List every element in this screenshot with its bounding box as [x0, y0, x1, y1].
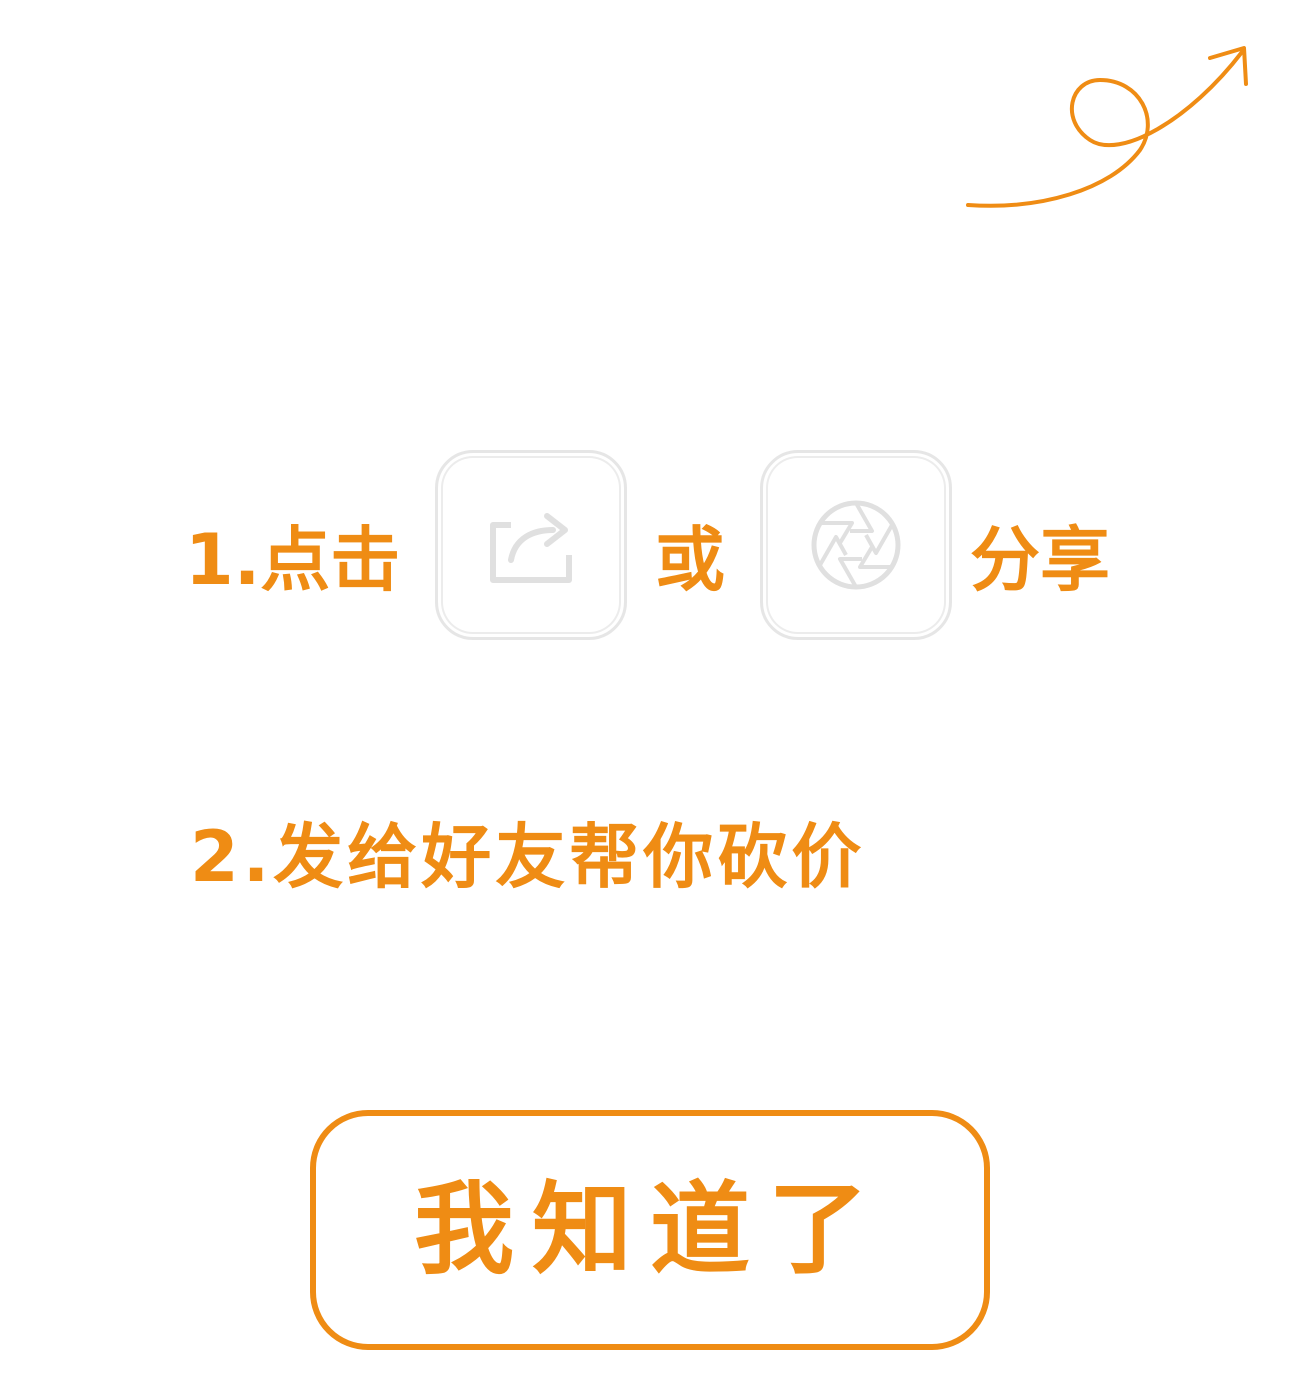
step2-text: 2.发给好友帮你砍价 [190, 816, 866, 898]
share-text: 分享 [970, 519, 1110, 601]
share-button-illustration [435, 450, 627, 640]
moments-button-illustration [760, 450, 952, 640]
curly-arrow-icon [966, 46, 1248, 208]
step1-prefix-text: 1.点击 [185, 519, 401, 601]
aperture-icon [811, 500, 901, 590]
got-it-button-label: 我知道了 [414, 1171, 886, 1288]
or-text: 或 [655, 519, 725, 601]
share-icon [490, 513, 572, 583]
share-guide-overlay: 1.点击 或 分享 2.发给好友帮你砍价 我知道了 [0, 0, 1300, 1400]
got-it-button[interactable]: 我知道了 [310, 1110, 990, 1350]
